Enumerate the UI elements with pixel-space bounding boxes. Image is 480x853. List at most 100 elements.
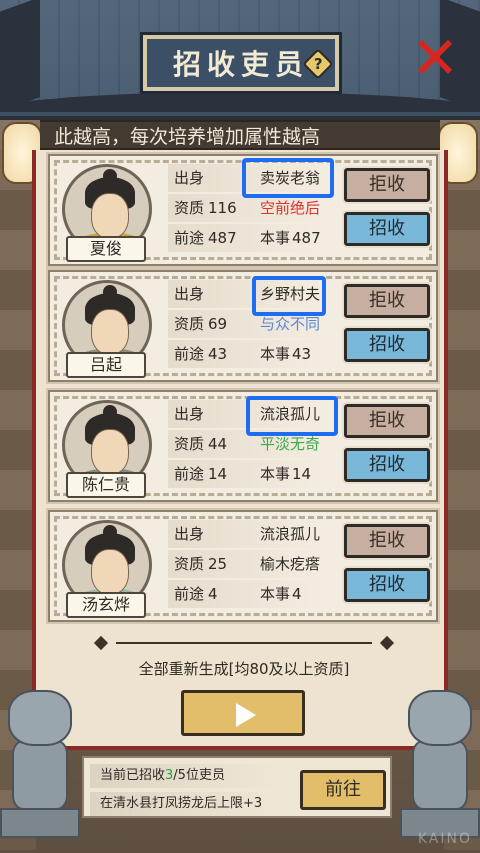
prospect-label: 前途: [174, 465, 205, 483]
regenerate-label: 全部重新生成[均80及以上资质]: [138, 660, 350, 678]
lion-base: [0, 808, 80, 838]
skill-label: 本事: [260, 345, 291, 363]
trait-value: 与众不同: [260, 315, 321, 333]
aptitude-value: 116: [208, 199, 237, 217]
skill-value: 14: [292, 465, 312, 483]
recruited-suffix: /5位吏员: [173, 768, 225, 783]
candidate-card: 陈仁贵 出身 流浪孤儿 资质 44 平淡无奇 前途 14 本事 14 拒收 招收: [46, 388, 440, 504]
aptitude-value: 44: [208, 435, 228, 453]
origin-value: 卖炭老翁: [260, 169, 321, 187]
aptitude-value: 25: [208, 555, 228, 573]
accept-button[interactable]: 招收: [342, 210, 432, 248]
prospect-label: 前途: [174, 345, 205, 363]
prospect-value: 14: [208, 465, 228, 483]
aptitude-value: 69: [208, 315, 228, 333]
avatar-face: [91, 193, 129, 239]
origin-row: 出身 卖炭老翁: [168, 164, 340, 192]
skill-label: 本事: [260, 585, 291, 603]
aptitude-row: 资质 44 平淡无奇: [168, 430, 340, 458]
origin-label: 出身: [174, 169, 205, 187]
candidate-card: 夏俊 出身 卖炭老翁 资质 116 空前绝后 前途 487 本事 487 拒收 …: [46, 152, 440, 268]
skill-value: 43: [292, 345, 312, 363]
go-button[interactable]: 前往: [300, 770, 386, 810]
lion-head: [8, 690, 72, 746]
lion-body: [412, 740, 468, 810]
prospect-row: 前途 43 本事 43: [168, 340, 340, 368]
divider-tip-right: [379, 635, 395, 651]
prospect-row: 前途 4 本事 4: [168, 580, 340, 608]
aptitude-label: 资质: [174, 555, 205, 573]
page-title: 招收吏员: [172, 48, 309, 81]
roof-header: 招收吏员 ? ✕: [0, 0, 480, 120]
stone-lion-left: [0, 690, 80, 840]
candidate-card: 吕起 出身 乡野村夫 资质 69 与众不同 前途 43 本事 43 拒收 招收: [46, 268, 440, 384]
trait-value: 榆木疙瘩: [260, 555, 321, 573]
prospect-label: 前途: [174, 585, 205, 603]
candidate-card: 汤玄烨 出身 流浪孤儿 资质 25 榆木疙瘩 前途 4 本事 4 拒收 招收: [46, 508, 440, 624]
stone-lion-right: [400, 690, 480, 840]
candidate-name: 夏俊: [66, 236, 146, 262]
prospect-value: 43: [208, 345, 228, 363]
trait-value: 平淡无奇: [260, 435, 321, 453]
origin-value: 乡野村夫: [260, 285, 321, 303]
trait-value: 空前绝后: [260, 199, 321, 217]
accept-button[interactable]: 招收: [342, 566, 432, 604]
origin-value: 流浪孤儿: [260, 525, 321, 543]
watermark: KAINO: [417, 831, 472, 847]
recruited-prefix: 当前已招收: [100, 768, 166, 783]
lion-head: [408, 690, 472, 746]
recruit-panel: 夏俊 出身 卖炭老翁 资质 116 空前绝后 前途 487 本事 487 拒收 …: [32, 150, 448, 750]
marquee-tip: 此越高，每次培养增加属性越高: [40, 120, 440, 150]
prospect-value: 487: [208, 229, 237, 247]
origin-row: 出身 流浪孤儿: [168, 520, 340, 548]
help-icon-glyph: ?: [313, 54, 323, 73]
origin-label: 出身: [174, 285, 205, 303]
recruit-status-box: 当前已招收3/5位吏员 在清水县打凤捞龙后上限+3 前往: [82, 756, 392, 818]
reject-button[interactable]: 拒收: [342, 522, 432, 560]
skill-label: 本事: [260, 229, 291, 247]
origin-label: 出身: [174, 525, 205, 543]
divider-tip-left: [93, 635, 109, 651]
skill-label: 本事: [260, 465, 291, 483]
prospect-value: 4: [208, 585, 218, 603]
aptitude-row: 资质 69 与众不同: [168, 310, 340, 338]
limit-hint: 在清水县打凤捞龙后上限+3: [90, 792, 290, 816]
reject-button[interactable]: 拒收: [342, 402, 432, 440]
candidate-name: 吕起: [66, 352, 146, 378]
origin-row: 出身 流浪孤儿: [168, 400, 340, 428]
title-plaque: 招收吏员 ?: [140, 32, 342, 94]
avatar-face: [91, 309, 129, 355]
prospect-label: 前途: [174, 229, 205, 247]
avatar-bun: [103, 525, 117, 539]
accept-button[interactable]: 招收: [342, 326, 432, 364]
skill-value: 487: [292, 229, 321, 247]
aptitude-label: 资质: [174, 315, 205, 333]
aptitude-row: 资质 25 榆木疙瘩: [168, 550, 340, 578]
candidate-name: 陈仁贵: [66, 472, 146, 498]
play-icon: [236, 703, 256, 727]
accept-button[interactable]: 招收: [342, 446, 432, 484]
aptitude-label: 资质: [174, 435, 205, 453]
divider-line: [116, 642, 372, 644]
avatar-bun: [103, 285, 117, 299]
avatar-face: [91, 429, 129, 475]
close-icon[interactable]: ✕: [408, 29, 462, 87]
prospect-row: 前途 487 本事 487: [168, 224, 340, 252]
prospect-row: 前途 14 本事 14: [168, 460, 340, 488]
reject-button[interactable]: 拒收: [342, 166, 432, 204]
origin-value: 流浪孤儿: [260, 405, 321, 423]
avatar-bun: [103, 405, 117, 419]
regenerate-button[interactable]: [181, 690, 305, 736]
aptitude-row: 资质 116 空前绝后: [168, 194, 340, 222]
origin-row: 出身 乡野村夫: [168, 280, 340, 308]
skill-value: 4: [292, 585, 302, 603]
reject-button[interactable]: 拒收: [342, 282, 432, 320]
aptitude-label: 资质: [174, 199, 205, 217]
lion-body: [12, 740, 68, 810]
avatar-face: [91, 549, 129, 595]
candidate-name: 汤玄烨: [66, 592, 146, 618]
ornament-divider: [93, 635, 395, 651]
origin-label: 出身: [174, 405, 205, 423]
recruited-count-line: 当前已招收3/5位吏员: [90, 764, 290, 788]
avatar-bun: [103, 169, 117, 183]
